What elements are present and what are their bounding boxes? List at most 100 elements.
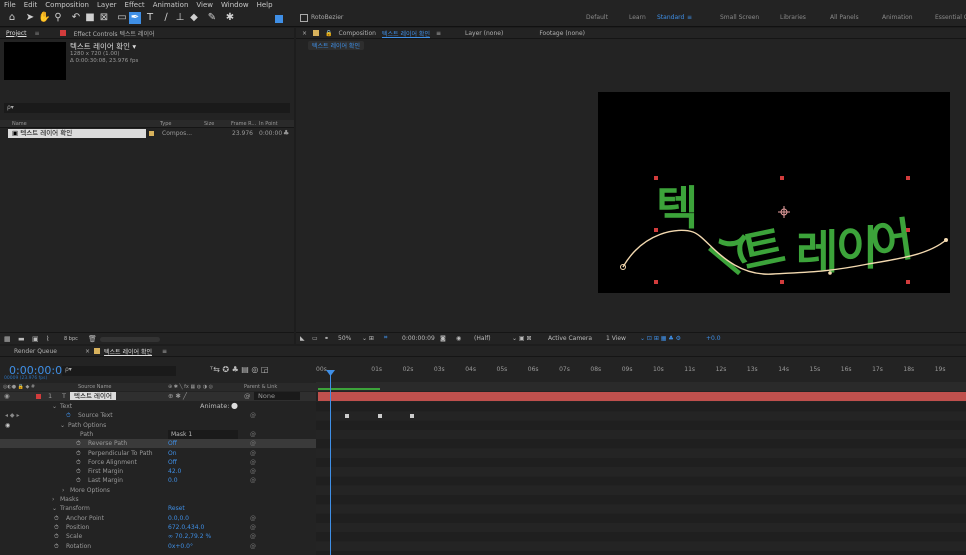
property-value[interactable]: Reset (168, 504, 185, 513)
stopwatch-icon[interactable]: ⏱ (54, 532, 59, 541)
home-icon[interactable]: ⌂ (6, 12, 18, 24)
menu-item-layer[interactable]: Layer (97, 1, 117, 9)
layer-duration-bar[interactable] (318, 392, 966, 401)
workspace-essential-g[interactable]: Essential G (935, 14, 966, 21)
stopwatch-icon[interactable]: ⏱ (76, 467, 81, 476)
property-row[interactable]: ⏱ Position 672.0,434.0 @ (0, 523, 316, 532)
path-end-vertex[interactable] (944, 238, 948, 242)
camera-dropdown[interactable]: Active Camera (548, 335, 592, 342)
column-header[interactable]: Name (12, 121, 27, 127)
lock-icon[interactable]: 🔒 (325, 30, 332, 37)
viewer-menu-icon[interactable]: ≡ (436, 30, 441, 37)
work-area-bar[interactable] (316, 382, 966, 391)
timeline-menu-icon[interactable]: ≡ (162, 348, 167, 355)
expression-pickwhip-icon[interactable]: @ (250, 532, 256, 541)
property-value[interactable]: 0.0,0.0 (168, 514, 189, 523)
close-tab-icon[interactable]: × (302, 30, 307, 37)
expression-pickwhip-icon[interactable]: @ (250, 411, 256, 420)
stopwatch-icon[interactable]: ⏱ (76, 449, 81, 458)
trash-icon[interactable]: 🗑 (88, 335, 97, 343)
property-value[interactable]: 672.0,434.0 (168, 523, 204, 532)
menu-item-animation[interactable]: Animation (153, 1, 189, 9)
property-row[interactable]: ⏱ Perpendicular To Path On @ (0, 449, 316, 458)
expression-pickwhip-icon[interactable]: @ (250, 523, 256, 532)
rectangle-tool-icon[interactable]: ▭ (116, 12, 128, 24)
color-channel-icon[interactable]: ◉ (456, 335, 461, 342)
workspace-learn[interactable]: Learn (629, 14, 646, 21)
layer-label-swatch[interactable] (36, 394, 41, 399)
menu-item-composition[interactable]: Composition (45, 1, 89, 9)
expand-arrow-icon[interactable]: ⌄ (52, 402, 57, 411)
roto-brush-tool-icon[interactable]: ✎ (206, 12, 218, 24)
bpc-label[interactable]: 8 bpc (64, 336, 78, 342)
path-vertex[interactable] (828, 271, 832, 275)
project-file-row[interactable]: ▣ 텍스트 레이어 확인 (8, 129, 146, 138)
parent-dropdown[interactable]: None (254, 392, 300, 400)
camera-tool-icon[interactable]: ■ (84, 12, 96, 24)
selection-tool-icon[interactable]: ➤ (24, 12, 36, 24)
layer-switches[interactable]: ⊕ ✱ ╱ (168, 392, 187, 401)
property-row[interactable]: ⏱ Last Margin 0.0 @ (0, 476, 316, 485)
expand-arrow-icon[interactable]: ⌄ (60, 421, 65, 430)
property-row[interactable]: ⏱ Rotation 0x+0.0° @ (0, 542, 316, 551)
region-icon[interactable]: ⌗ (384, 334, 387, 342)
expression-pickwhip-icon[interactable]: @ (250, 514, 256, 523)
property-value[interactable]: 0x+0.0° (168, 542, 193, 551)
new-comp-icon[interactable]: ▣ (32, 335, 39, 343)
workspace-animation[interactable]: Animation (882, 14, 913, 21)
adjust-icon[interactable]: ⌇ (46, 335, 49, 343)
expression-pickwhip-icon[interactable]: @ (250, 430, 256, 439)
property-value[interactable]: 0.0 (168, 476, 178, 485)
comp-breadcrumb[interactable]: 텍스트 레이어 확인 (308, 41, 364, 50)
menu-item-edit[interactable]: Edit (24, 1, 38, 9)
puppet-tool-icon[interactable]: ✱ (224, 12, 236, 24)
property-row[interactable]: ⌄ Text (0, 402, 316, 411)
tab-layer[interactable]: Layer (none) (465, 30, 503, 37)
expand-arrow-icon[interactable]: ⌄ (52, 504, 57, 513)
property-row[interactable]: ⌄ Path Options (0, 421, 316, 430)
tab-composition[interactable]: 텍스트 레이어 확인 (382, 29, 430, 38)
rotobezier-checkbox[interactable] (300, 14, 308, 22)
visibility-eye-icon[interactable]: ◉ (4, 392, 10, 401)
tab-timeline-comp[interactable]: 텍스트 레이어 확인 (104, 347, 152, 356)
property-row[interactable]: ⏱ Scale ∞ 70.2,79.2 % @ (0, 532, 316, 541)
timeline-switches-icons[interactable]: ᵀ⇆ ✪ ♣ ▤ ◎ ◲ (210, 365, 268, 374)
project-scrollbar[interactable] (100, 337, 160, 342)
menu-item-window[interactable]: Window (221, 1, 249, 9)
stopwatch-icon[interactable]: ⏱ (66, 411, 71, 420)
menu-icon[interactable]: ≡ (35, 30, 40, 37)
zoom-dropdown[interactable]: 50% (338, 335, 351, 342)
property-row[interactable]: ⌄ Transform Reset (0, 504, 316, 513)
keyframe[interactable] (378, 414, 382, 418)
keyframe-area[interactable] (316, 402, 966, 555)
stopwatch-icon[interactable]: ⏱ (76, 458, 81, 467)
property-row[interactable]: › More Options (0, 486, 316, 495)
workspace-all-panels[interactable]: All Panels (830, 14, 859, 21)
tab-project[interactable]: Project (6, 30, 27, 37)
interpret-footage-icon[interactable]: ▦ (4, 335, 11, 343)
property-row[interactable]: ⏱ Source Text @ (0, 411, 316, 420)
region-of-interest-icon[interactable]: ⌄ ▣ ⊠ (512, 335, 532, 342)
property-value[interactable]: On (168, 449, 177, 458)
workspace-standard[interactable]: Standard (657, 14, 684, 21)
stopwatch-icon[interactable]: ⏱ (54, 523, 59, 532)
comp-canvas[interactable]: 텍스트 레이어 (598, 92, 950, 293)
tab-render-queue[interactable]: Render Queue (14, 348, 57, 355)
property-row[interactable]: ⏱ Reverse Path Off @ (0, 439, 316, 449)
property-row[interactable]: ⏱ First Margin 42.0 @ (0, 467, 316, 476)
fill-color-swatch[interactable] (275, 15, 283, 23)
expression-pickwhip-icon[interactable]: @ (250, 449, 256, 458)
clone-stamp-tool-icon[interactable]: ⊥ (174, 12, 186, 24)
tab-footage[interactable]: Footage (none) (539, 30, 585, 37)
time-ruler[interactable]: 00s 01s 02s 03s 04s 05s 06s 07s 08s 09s 10s 11s 12s 1… (316, 364, 966, 382)
workspace-small-screen[interactable]: Small Screen (720, 14, 759, 21)
brush-tool-icon[interactable]: ∕ (160, 12, 172, 24)
pen-tool-icon[interactable]: ✒ (129, 12, 141, 24)
viewer-timecode[interactable]: 0:00:00:09 (402, 335, 435, 342)
column-header[interactable]: Type (160, 121, 171, 127)
menu-item-effect[interactable]: Effect (125, 1, 145, 9)
hand-tool-icon[interactable]: ✋ (38, 12, 50, 24)
flowchart-icon[interactable]: ♣ (283, 129, 289, 137)
expression-pickwhip-icon[interactable]: @ (250, 458, 256, 467)
property-value[interactable]: Off (168, 439, 177, 448)
